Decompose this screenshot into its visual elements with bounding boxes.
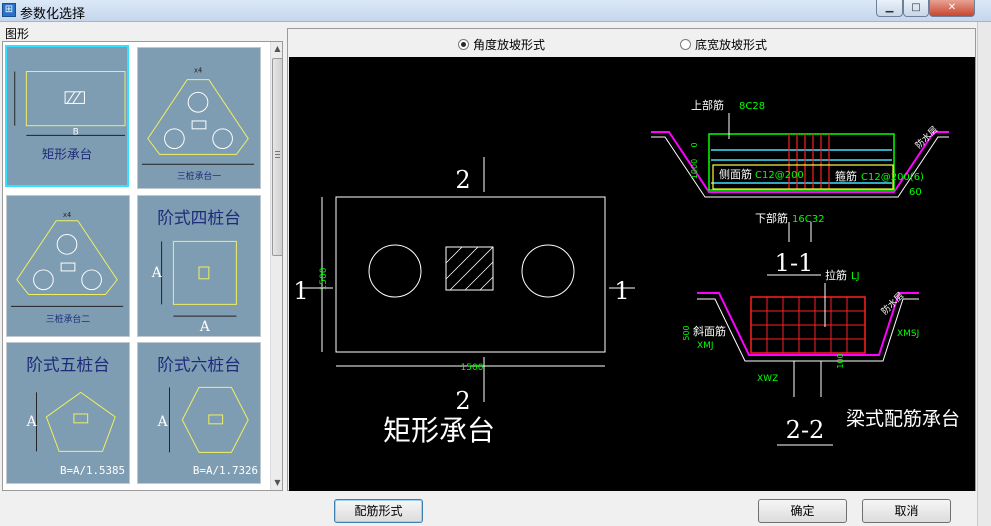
sec1-stirrup-label: 箍筋 <box>835 169 857 183</box>
rect-thumb-drawing: B 矩形承台 <box>14 71 126 162</box>
sec1-stirrup-value: C12@200(6) <box>861 172 924 183</box>
shape-label-rect: 矩形承台 <box>42 147 92 162</box>
minimize-button[interactable]: ▁ <box>876 0 903 17</box>
step4-dim-side: A <box>151 265 163 281</box>
plan-mark-right: 1 <box>614 277 629 305</box>
scroll-thumb[interactable] <box>272 58 282 256</box>
plan-dim-height: 1500 <box>319 267 329 290</box>
shape-thumb-tri2[interactable]: x4 三桩承台二 <box>6 195 130 337</box>
grip-line <box>275 151 280 152</box>
shape-thumb-step5[interactable]: 阶式五桩台 A B=A/1.5385 <box>6 342 130 484</box>
tri2-dim-label: x4 <box>63 211 71 219</box>
right-edge-strip <box>977 22 991 526</box>
shape-label-step5: 阶式五桩台 <box>26 355 110 375</box>
radio-label-bottom-width: 底宽放坡形式 <box>695 38 768 52</box>
sec1-title: 1-1 <box>775 249 814 277</box>
sec2-caption: 梁式配筋承台 <box>846 408 960 430</box>
plan-mark-left: 1 <box>293 277 308 305</box>
step6-dim-side: A <box>157 414 169 430</box>
shape-list-scrollbar[interactable]: ▲ ▼ <box>270 42 282 490</box>
sec1-bottom-bar-label: 下部筋 <box>755 211 788 225</box>
shapes-group-label: 图形 <box>5 27 30 41</box>
shape-thumb-rect[interactable]: B 矩形承台 <box>5 45 129 187</box>
plan-mark-top: 2 <box>455 166 470 194</box>
plan-outline <box>335 196 606 353</box>
sec1-angle: 60 <box>909 187 922 198</box>
column-hatch-lines <box>445 246 494 291</box>
radio-label-angle: 角度放坡形式 <box>473 38 546 52</box>
sec2-xmsj: XMSJ <box>897 329 919 339</box>
step6-thumb-drawing: 阶式六桩台 A B=A/1.7326 <box>157 355 258 477</box>
radio-angle-slope[interactable]: 角度放坡形式 <box>458 36 545 53</box>
maximize-button[interactable]: □ <box>903 0 929 17</box>
step4-thumb-drawing: 阶式四桩台 A A <box>151 208 241 335</box>
sec2-tie-label: 拉筋 <box>825 268 847 282</box>
shape-label-step4: 阶式四桩台 <box>157 208 241 228</box>
shape-thumb-step6[interactable]: 阶式六桩台 A B=A/1.7326 <box>137 342 261 484</box>
step5-dim-side: A <box>26 414 38 430</box>
tri1-thumb-drawing: x4 三桩承台一 <box>141 67 255 182</box>
rect-dim-label: B <box>73 127 79 137</box>
shape-list-panel: B 矩形承台 x4 三桩承台一 x4 三桩承台二 阶式四桩台 A A 阶式五桩台… <box>2 41 283 491</box>
sec2-xmj: XMJ <box>697 341 714 351</box>
window-title: 参数化选择 <box>20 7 86 22</box>
preview-panel: 角度放坡形式 底宽放坡形式 2 2 1 1 1500 1500 矩形承台 上部筋… <box>287 28 976 491</box>
section-2-2: 拉筋 LJ 斜面筋 XMJ XMSJ XWZ 500 100 防水层 2-2 梁… <box>682 268 960 446</box>
sec1-dim-left: 1000 <box>690 159 699 179</box>
cancel-button[interactable]: 取消 <box>862 499 951 523</box>
shape-label-tri2: 三桩承台二 <box>46 313 90 325</box>
tri2-thumb-drawing: x4 三桩承台二 <box>10 211 124 325</box>
radio-bottom-width-slope[interactable]: 底宽放坡形式 <box>680 36 767 53</box>
pile-circle-right <box>521 244 575 298</box>
plan-title: 矩形承台 <box>383 414 495 447</box>
sec1-waterproof: 防水层 <box>913 124 941 152</box>
sec2-slope-bar-label: 斜面筋 <box>693 324 726 338</box>
radio-dot-angle[interactable] <box>458 39 469 50</box>
sec2-title: 2-2 <box>786 416 825 444</box>
sec2-xwz: XWZ <box>757 374 778 384</box>
sec2-dim-left: 500 <box>682 325 691 340</box>
sec1-side-bar-label: 侧面筋 <box>719 167 752 181</box>
shape-label-tri1: 三桩承台一 <box>177 170 221 182</box>
sec1-bottom-bar-value: 16C32 <box>792 214 824 225</box>
title-bar: ⊞ 参数化选择 ▁ □ ✕ <box>0 0 991 22</box>
sec1-top-bar-label: 上部筋 <box>691 98 724 112</box>
pile-circle-left <box>368 244 422 298</box>
radio-dot-bottom-width[interactable] <box>680 39 691 50</box>
cad-preview-canvas: 2 2 1 1 1500 1500 矩形承台 上部筋 8C28 侧面筋 C12@… <box>289 57 975 491</box>
shape-thumb-tri1[interactable]: x4 三桩承台一 <box>137 47 261 189</box>
shape-thumb-step4[interactable]: 阶式四桩台 A A <box>137 195 261 337</box>
rebar-form-button[interactable]: 配筋形式 <box>334 499 423 523</box>
grip-line <box>275 154 280 155</box>
sec2-tie-value: LJ <box>851 271 860 282</box>
sec1-top-bar-value: 8C28 <box>739 101 765 112</box>
plan-dim-width: 1500 <box>461 363 484 373</box>
app-icon: ⊞ <box>2 3 16 17</box>
close-button[interactable]: ✕ <box>929 0 975 17</box>
cad-drawing: 2 2 1 1 1500 1500 矩形承台 上部筋 8C28 侧面筋 C12@… <box>293 98 960 447</box>
section-1-1: 上部筋 8C28 侧面筋 C12@200 箍筋 C12@200(6) 下部筋 1… <box>651 98 949 277</box>
scroll-down-arrow-icon[interactable]: ▼ <box>271 476 282 490</box>
step6-formula: B=A/1.7326 <box>193 464 258 477</box>
tri1-dim-label: x4 <box>194 67 202 75</box>
sec1-dim-zero: 0 <box>690 142 699 147</box>
grip-line <box>275 157 280 158</box>
sec2-dim-bottom: 100 <box>836 353 845 368</box>
plan-mark-bottom: 2 <box>455 387 470 415</box>
step4-dim-bottom: A <box>199 319 211 335</box>
sec1-side-bar-value: C12@200 <box>755 170 804 181</box>
scroll-up-arrow-icon[interactable]: ▲ <box>271 42 282 56</box>
step5-thumb-drawing: 阶式五桩台 A B=A/1.5385 <box>26 355 125 477</box>
step5-formula: B=A/1.5385 <box>60 464 125 477</box>
shape-label-step6: 阶式六桩台 <box>157 355 241 375</box>
ok-button[interactable]: 确定 <box>758 499 847 523</box>
